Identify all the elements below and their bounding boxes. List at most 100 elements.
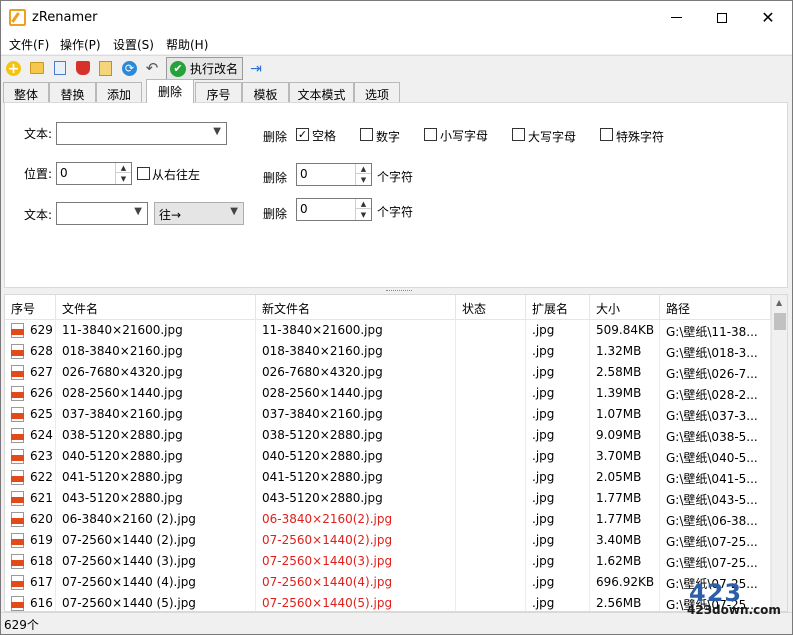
vertical-scrollbar[interactable]: ▲: [771, 295, 787, 611]
column-new-filename[interactable]: 新文件名: [256, 295, 456, 320]
cell-status: [456, 383, 526, 404]
tab-overall[interactable]: 整体: [3, 82, 49, 103]
column-filename[interactable]: 文件名: [56, 295, 256, 320]
table-row[interactable]: 625 037-3840×2160.jpg 037-3840×2160.jpg .jp…: [5, 404, 771, 425]
from-right-checkbox[interactable]: [137, 167, 150, 180]
jpg-file-icon: [11, 470, 24, 485]
column-status[interactable]: 状态: [456, 295, 526, 320]
minimize-button[interactable]: [653, 1, 699, 34]
option-digit-checkbox[interactable]: [360, 128, 373, 141]
cell-path: G:\壁纸\028-2...: [660, 383, 771, 404]
tab-replace[interactable]: 替换: [49, 82, 96, 103]
delete2-label: 删除: [263, 171, 288, 185]
option-space-checkbox[interactable]: ✓: [296, 128, 309, 141]
table-row[interactable]: 620 06-3840×2160 (2).jpg 06-3840×2160(2).j…: [5, 509, 771, 530]
cell-size: 1.77MB: [590, 488, 660, 509]
cell-new-filename: 07-2560×1440(4).jpg: [256, 572, 456, 593]
undo-icon[interactable]: ↶: [144, 59, 160, 77]
chars-label: 个字符: [377, 170, 414, 184]
add-files-icon[interactable]: +: [6, 61, 21, 77]
text-combo[interactable]: ▼: [56, 122, 227, 145]
copy-icon[interactable]: [54, 61, 66, 75]
scroll-up-icon[interactable]: ▲: [776, 298, 782, 307]
spin-down-icon[interactable]: ▼: [356, 210, 371, 220]
table-row[interactable]: 617 07-2560×1440 (4).jpg 07-2560×1440(4).j…: [5, 572, 771, 593]
cell-new-filename: 06-3840×2160(2).jpg: [256, 509, 456, 530]
jpg-file-icon: [11, 575, 24, 590]
cell-new-filename: 07-2560×1440(2).jpg: [256, 530, 456, 551]
table-row[interactable]: 619 07-2560×1440 (2).jpg 07-2560×1440(2).j…: [5, 530, 771, 551]
maximize-icon: [717, 12, 727, 23]
tab-template[interactable]: 模板: [242, 82, 289, 103]
spin-up-icon[interactable]: ▲: [356, 199, 371, 209]
jpg-file-icon: [11, 596, 24, 611]
delete-count2-spinner[interactable]: 0 ▲ ▼: [296, 198, 372, 221]
option-special-checkbox[interactable]: [600, 128, 613, 141]
close-button[interactable]: ✕: [745, 1, 791, 34]
cell-new-filename: 037-3840×2160.jpg: [256, 404, 456, 425]
option-lowercase-checkbox[interactable]: [424, 128, 437, 141]
tab-delete[interactable]: 删除: [146, 79, 194, 103]
cell-status: [456, 446, 526, 467]
clear-list-icon[interactable]: [76, 61, 90, 75]
tab-text-mode[interactable]: 文本模式: [289, 82, 354, 103]
table-row[interactable]: 621 043-5120×2880.jpg 043-5120×2880.jpg .jp…: [5, 488, 771, 509]
cell-filename: 043-5120×2880.jpg: [56, 488, 256, 509]
file-list-icon[interactable]: [99, 61, 112, 76]
cell-status: [456, 551, 526, 572]
option-uppercase-checkbox[interactable]: [512, 128, 525, 141]
app-logo-icon: [9, 9, 26, 26]
table-row[interactable]: 618 07-2560×1440 (3).jpg 07-2560×1440(3).j…: [5, 551, 771, 572]
tab-sequence[interactable]: 序号: [195, 82, 242, 103]
direction-combo[interactable]: 往→ ▼: [154, 202, 244, 225]
jpg-file-icon: [11, 554, 24, 569]
cell-seq: 618: [5, 551, 56, 572]
menu-file[interactable]: 文件(F): [9, 36, 49, 53]
execute-rename-button[interactable]: ✔ 执行改名: [166, 57, 243, 80]
menu-help[interactable]: 帮助(H): [166, 36, 208, 53]
spin-up-icon[interactable]: ▲: [116, 163, 131, 173]
refresh-icon[interactable]: ⟳: [122, 61, 137, 76]
spin-down-icon[interactable]: ▼: [116, 174, 131, 184]
cell-new-filename: 040-5120×2880.jpg: [256, 446, 456, 467]
table-row[interactable]: 629 11-3840×21600.jpg 11-3840×21600.jpg .jp…: [5, 320, 771, 341]
jpg-file-icon: [11, 323, 24, 338]
table-row[interactable]: 622 041-5120×2880.jpg 041-5120×2880.jpg .jp…: [5, 467, 771, 488]
table-row[interactable]: 626 028-2560×1440.jpg 028-2560×1440.jpg .jp…: [5, 383, 771, 404]
cell-extension: .jpg: [526, 446, 590, 467]
text2-combo[interactable]: ▼: [56, 202, 148, 225]
add-folder-icon[interactable]: [30, 62, 44, 74]
maximize-button[interactable]: [699, 1, 745, 34]
column-seq[interactable]: 序号: [5, 295, 56, 320]
position-spinner[interactable]: 0 ▲ ▼: [56, 162, 132, 185]
tab-options[interactable]: 选项: [354, 82, 400, 103]
cell-status: [456, 593, 526, 611]
column-size[interactable]: 大小: [590, 295, 660, 320]
table-row[interactable]: 628 018-3840×2160.jpg 018-3840×2160.jpg .jp…: [5, 341, 771, 362]
panel-splitter[interactable]: [386, 290, 412, 293]
status-bar: 629个: [1, 612, 792, 634]
row-seq-text: 622: [30, 470, 53, 484]
table-row[interactable]: 627 026-7680×4320.jpg 026-7680×4320.jpg .jp…: [5, 362, 771, 383]
pin-icon[interactable]: ⇥: [248, 61, 264, 77]
menu-operation[interactable]: 操作(P): [60, 36, 101, 53]
table-row[interactable]: 623 040-5120×2880.jpg 040-5120×2880.jpg .jp…: [5, 446, 771, 467]
title-bar: zRenamer ✕: [1, 1, 792, 34]
chevron-down-icon: ▼: [230, 206, 238, 217]
tab-add[interactable]: 添加: [96, 82, 142, 103]
option-special-label: 特殊字符: [616, 130, 665, 144]
delete-count-spinner[interactable]: 0 ▲ ▼: [296, 163, 372, 186]
column-path[interactable]: 路径: [660, 295, 771, 320]
table-row[interactable]: 616 07-2560×1440 (5).jpg 07-2560×1440(5).j…: [5, 593, 771, 611]
row-seq-text: 621: [30, 491, 53, 505]
cell-new-filename: 038-5120×2880.jpg: [256, 425, 456, 446]
jpg-file-icon: [11, 512, 24, 527]
scroll-thumb[interactable]: [774, 313, 786, 330]
file-count: 629个: [4, 618, 39, 632]
spin-down-icon[interactable]: ▼: [356, 175, 371, 185]
table-row[interactable]: 624 038-5120×2880.jpg 038-5120×2880.jpg .jp…: [5, 425, 771, 446]
column-extension[interactable]: 扩展名: [526, 295, 590, 320]
spin-up-icon[interactable]: ▲: [356, 164, 371, 174]
menu-settings[interactable]: 设置(S): [113, 36, 154, 53]
cell-status: [456, 509, 526, 530]
